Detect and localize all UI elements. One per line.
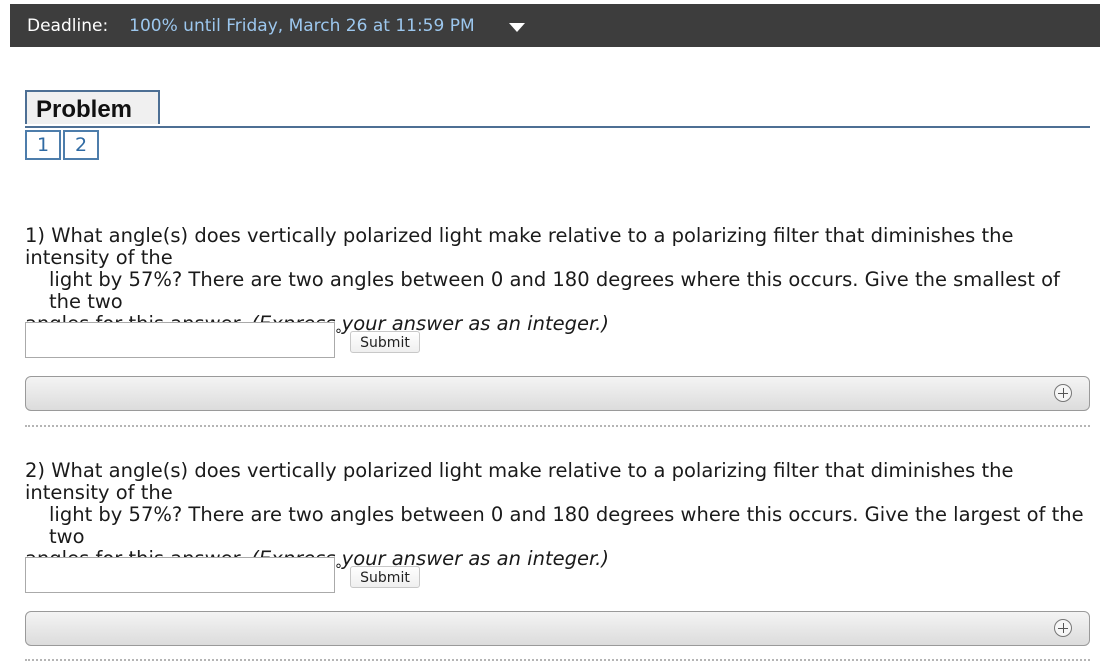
question-text-line: light by 57%? There are two angles betwe…	[49, 503, 1084, 548]
feedback-panel-2[interactable]	[25, 611, 1090, 646]
problem-title: Problem 1	[25, 90, 160, 159]
feedback-panel-1[interactable]	[25, 376, 1090, 411]
question-text-line: 1) What angle(s) does vertically polariz…	[25, 224, 1014, 269]
submit-button-2[interactable]: Submit	[350, 566, 420, 588]
degree-unit: °	[335, 562, 342, 578]
question-2: 2) What angle(s) does vertically polariz…	[25, 460, 1090, 570]
problem-heading: Problem 1	[25, 90, 1090, 159]
deadline-label: Deadline:	[27, 15, 109, 36]
part-tab-2[interactable]: 2	[63, 130, 99, 160]
deadline-bar: Deadline: 100% until Friday, March 26 at…	[10, 4, 1100, 47]
part-tabs: 1 2	[25, 130, 101, 160]
question-1: 1) What angle(s) does vertically polariz…	[25, 225, 1090, 335]
divider	[25, 659, 1090, 661]
expand-plus-icon[interactable]	[1054, 384, 1072, 402]
expand-plus-icon[interactable]	[1054, 619, 1072, 637]
submit-button-1[interactable]: Submit	[350, 331, 420, 353]
answer-input-2[interactable]	[25, 557, 335, 593]
chevron-down-icon[interactable]	[508, 22, 525, 32]
answer-input-1[interactable]	[25, 322, 335, 358]
divider	[25, 425, 1090, 427]
deadline-value: 100% until Friday, March 26 at 11:59 PM	[129, 15, 475, 36]
question-text-line: light by 57%? There are two angles betwe…	[49, 268, 1060, 313]
degree-unit: °	[335, 327, 342, 343]
part-tab-1[interactable]: 1	[25, 130, 61, 160]
question-text-line: 2) What angle(s) does vertically polariz…	[25, 459, 1014, 504]
